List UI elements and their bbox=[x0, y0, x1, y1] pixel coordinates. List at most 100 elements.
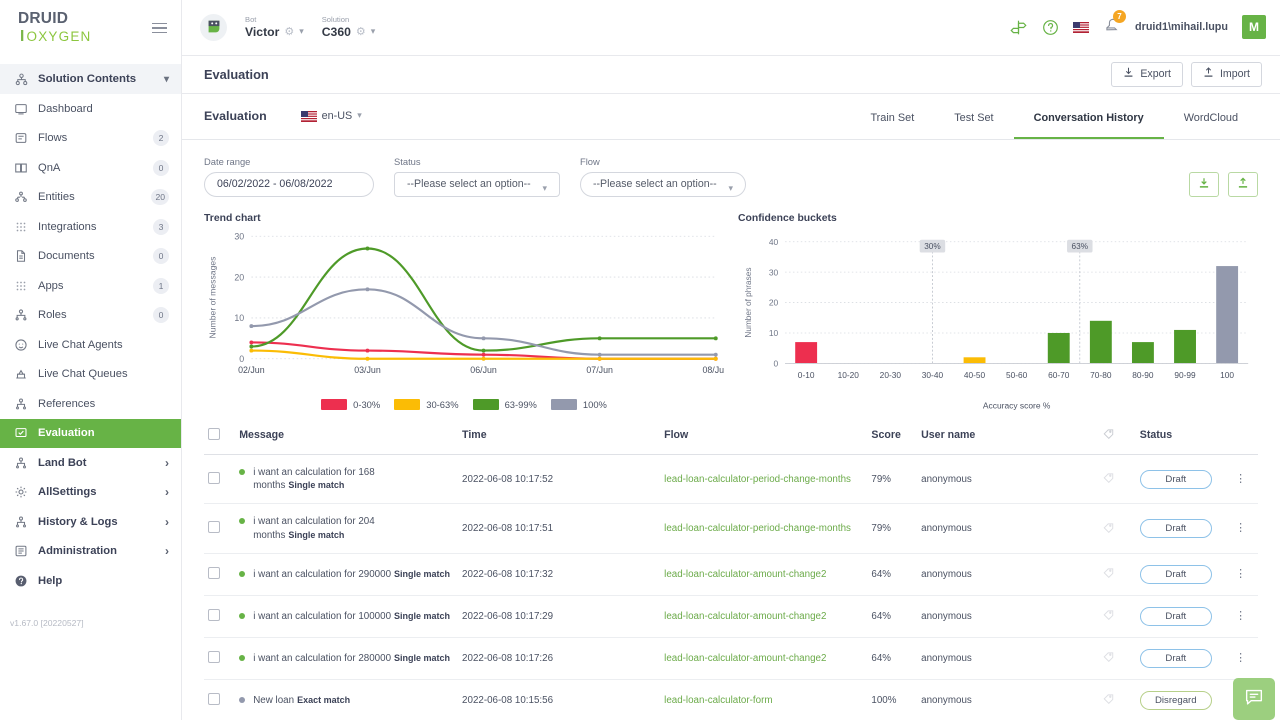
user-avatar[interactable]: M bbox=[1242, 15, 1266, 39]
status-filter-value: --Please select an option-- bbox=[407, 178, 531, 190]
legend-item[interactable]: 0-30% bbox=[321, 399, 380, 410]
flow-link[interactable]: lead-loan-calculator-period-change-month… bbox=[664, 474, 851, 485]
sidebar-item-help[interactable]: Help bbox=[0, 566, 181, 596]
sidebar-item-land-bot[interactable]: Land Bot› bbox=[0, 448, 181, 478]
sidebar-item-evaluation[interactable]: Evaluation bbox=[0, 419, 181, 449]
status-badge[interactable]: Draft bbox=[1140, 565, 1212, 584]
row-checkbox[interactable] bbox=[208, 521, 220, 533]
col-message[interactable]: Message bbox=[239, 428, 462, 455]
legend-item[interactable]: 100% bbox=[551, 399, 607, 410]
row-checkbox[interactable] bbox=[208, 693, 220, 705]
status-badge[interactable]: Draft bbox=[1140, 607, 1212, 626]
svg-text:08/Jun: 08/Jun bbox=[702, 365, 724, 375]
bot-chevron-down-icon[interactable]: ▾ bbox=[299, 26, 304, 37]
brand-logo[interactable]: DRUID IOXYGEN bbox=[18, 10, 146, 46]
sidebar-item-live-chat-agents[interactable]: Live Chat Agents bbox=[0, 330, 181, 360]
sidebar-item-history-logs[interactable]: History & Logs› bbox=[0, 507, 181, 537]
cell-score: 79% bbox=[871, 504, 921, 553]
status-badge[interactable]: Draft bbox=[1140, 649, 1212, 668]
row-menu-icon[interactable]: ⋮ bbox=[1235, 652, 1246, 664]
row-menu-icon[interactable]: ⋮ bbox=[1235, 473, 1246, 485]
menu-toggle-icon[interactable] bbox=[152, 23, 167, 34]
sidebar-item-flows[interactable]: Flows2 bbox=[0, 124, 181, 154]
bot-gear-icon[interactable]: ⚙ bbox=[284, 25, 294, 38]
legend-item[interactable]: 30-63% bbox=[394, 399, 458, 410]
cell-tag[interactable] bbox=[1103, 553, 1140, 595]
sidebar-item-documents[interactable]: Documents0 bbox=[0, 242, 181, 272]
table-row[interactable]: i want an calculation for 100000Single m… bbox=[204, 595, 1258, 637]
status-badge[interactable]: Draft bbox=[1140, 470, 1212, 489]
sidebar-item-administration[interactable]: Administration› bbox=[0, 537, 181, 567]
sidebar-item-references[interactable]: References bbox=[0, 389, 181, 419]
notifications-icon[interactable]: 7 bbox=[1103, 16, 1121, 38]
row-menu-icon[interactable]: ⋮ bbox=[1235, 568, 1246, 580]
flow-link[interactable]: lead-loan-calculator-amount-change2 bbox=[664, 653, 826, 664]
svg-text:90-99: 90-99 bbox=[1174, 370, 1196, 380]
legend-item[interactable]: 63-99% bbox=[473, 399, 537, 410]
status-filter-select[interactable]: --Please select an option-- ▾ bbox=[394, 172, 560, 197]
table-row[interactable]: i want an calculation for 290000Single m… bbox=[204, 553, 1258, 595]
language-selector[interactable]: en-US ▾ bbox=[301, 110, 362, 123]
row-checkbox[interactable] bbox=[208, 609, 220, 621]
sidebar-section-solution-contents[interactable]: Solution Contents ▾ bbox=[0, 64, 181, 94]
sidebar-item-apps[interactable]: Apps1 bbox=[0, 271, 181, 301]
col-username[interactable]: User name bbox=[921, 428, 1102, 455]
solution-value: C360 bbox=[322, 25, 351, 39]
status-dot bbox=[239, 697, 245, 703]
sidebar-item-entities[interactable]: Entities20 bbox=[0, 183, 181, 213]
col-time[interactable]: Time bbox=[462, 428, 664, 455]
help-circle-icon[interactable] bbox=[1042, 19, 1059, 36]
download-button[interactable] bbox=[1189, 172, 1219, 197]
tab-test-set[interactable]: Test Set bbox=[934, 113, 1013, 139]
cell-tag[interactable] bbox=[1103, 454, 1140, 503]
status-filter-label: Status bbox=[394, 156, 560, 167]
cell-tag[interactable] bbox=[1103, 504, 1140, 553]
sidebar-item-integrations[interactable]: Integrations3 bbox=[0, 212, 181, 242]
solution-selector[interactable]: Solution C360 ⚙ ▾ bbox=[322, 16, 376, 39]
tab-wordcloud[interactable]: WordCloud bbox=[1164, 113, 1258, 139]
flow-link[interactable]: lead-loan-calculator-form bbox=[664, 695, 772, 706]
flow-link[interactable]: lead-loan-calculator-amount-change2 bbox=[664, 569, 826, 580]
tab-train-set[interactable]: Train Set bbox=[850, 113, 934, 139]
flow-link[interactable]: lead-loan-calculator-period-change-month… bbox=[664, 523, 851, 534]
sidebar-item-label: History & Logs bbox=[38, 516, 155, 528]
sidebar-item-qna[interactable]: QnA0 bbox=[0, 153, 181, 183]
sidebar-item-roles[interactable]: Roles0 bbox=[0, 301, 181, 331]
date-range-input[interactable]: 06/02/2022 - 06/08/2022 bbox=[204, 172, 374, 197]
solution-gear-icon[interactable]: ⚙ bbox=[356, 25, 366, 38]
status-badge[interactable]: Draft bbox=[1140, 519, 1212, 538]
signpost-icon[interactable] bbox=[1009, 19, 1028, 36]
row-checkbox[interactable] bbox=[208, 651, 220, 663]
import-button[interactable]: Import bbox=[1191, 62, 1262, 87]
sidebar-item-live-chat-queues[interactable]: Live Chat Queues bbox=[0, 360, 181, 390]
upload-button[interactable] bbox=[1228, 172, 1258, 197]
flow-link[interactable]: lead-loan-calculator-amount-change2 bbox=[664, 611, 826, 622]
table-row[interactable]: New loanExact match2022-06-08 10:15:56le… bbox=[204, 679, 1258, 720]
row-menu-icon[interactable]: ⋮ bbox=[1235, 522, 1246, 534]
cell-tag[interactable] bbox=[1103, 637, 1140, 679]
table-row[interactable]: i want an calculation for 280000Single m… bbox=[204, 637, 1258, 679]
language-flag-icon[interactable] bbox=[1073, 22, 1089, 33]
flow-filter-select[interactable]: --Please select an option-- ▾ bbox=[580, 172, 746, 197]
tab-conversation-history[interactable]: Conversation History bbox=[1014, 113, 1164, 139]
select-all-checkbox[interactable] bbox=[208, 428, 220, 440]
table-row[interactable]: i want an calculation for 204 monthsSing… bbox=[204, 504, 1258, 553]
col-score[interactable]: Score bbox=[871, 428, 921, 455]
bot-selector[interactable]: Bot Victor ⚙ ▾ bbox=[245, 16, 304, 39]
solution-chevron-down-icon[interactable]: ▾ bbox=[371, 26, 376, 37]
brand-ruid: RUID bbox=[29, 10, 68, 27]
row-checkbox[interactable] bbox=[208, 472, 220, 484]
cell-tag[interactable] bbox=[1103, 679, 1140, 720]
row-checkbox[interactable] bbox=[208, 567, 220, 579]
sidebar-item-badge: 1 bbox=[153, 278, 169, 294]
status-badge[interactable]: Disregard bbox=[1140, 691, 1212, 710]
sidebar-item-dashboard[interactable]: Dashboard bbox=[0, 94, 181, 124]
export-button[interactable]: Export bbox=[1111, 62, 1183, 87]
table-row[interactable]: i want an calculation for 168 monthsSing… bbox=[204, 454, 1258, 503]
col-status[interactable]: Status bbox=[1140, 428, 1235, 455]
sidebar-item-allsettings[interactable]: AllSettings› bbox=[0, 478, 181, 508]
chat-widget-button[interactable] bbox=[1233, 678, 1275, 720]
col-flow[interactable]: Flow bbox=[664, 428, 871, 455]
row-menu-icon[interactable]: ⋮ bbox=[1235, 610, 1246, 622]
cell-tag[interactable] bbox=[1103, 595, 1140, 637]
